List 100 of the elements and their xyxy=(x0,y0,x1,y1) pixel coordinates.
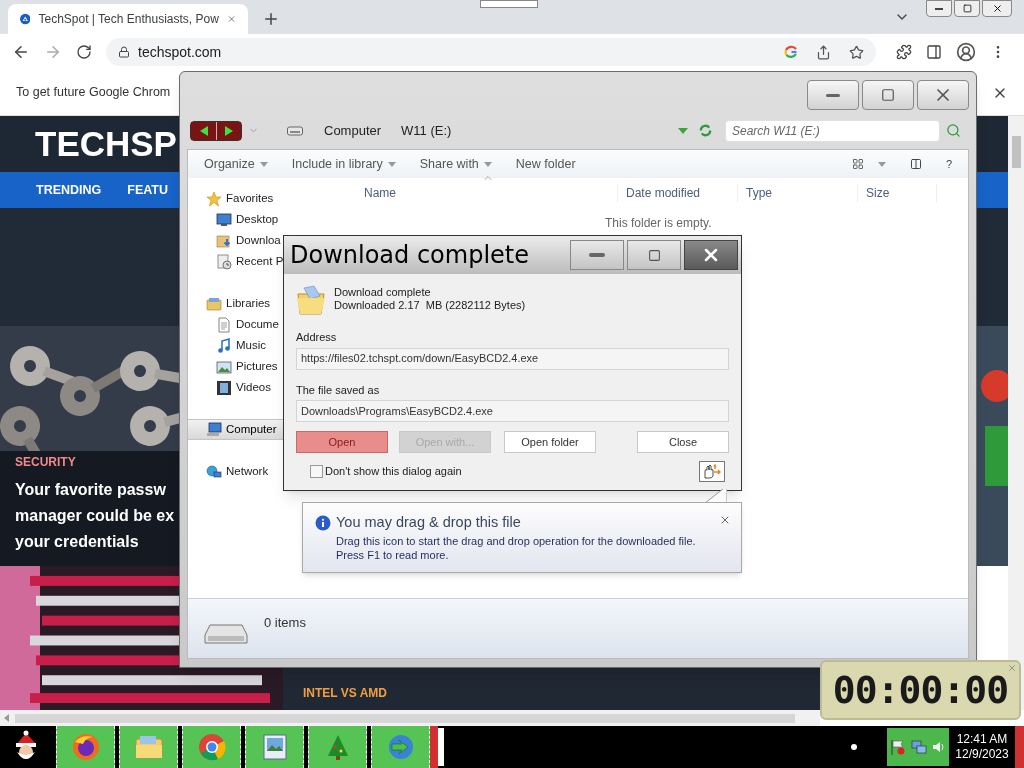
forward-button[interactable] xyxy=(216,121,241,140)
minimize-button[interactable] xyxy=(807,80,859,110)
scrollbar-thumb[interactable] xyxy=(15,713,795,723)
address-field[interactable]: https://files02.tchspt.com/down/EasyBCD2.4.exe xyxy=(296,347,729,370)
nav-item[interactable]: Music xyxy=(188,335,284,356)
article-category[interactable]: SECURITY xyxy=(15,453,76,471)
status-heading: Download complete xyxy=(334,286,432,299)
minimize-button[interactable] xyxy=(926,0,952,17)
breadcrumb-item[interactable]: Computer xyxy=(324,120,382,141)
clock-page-icon xyxy=(216,253,232,270)
column-header[interactable]: Name xyxy=(364,186,396,200)
nav-item[interactable]: Downloa xyxy=(188,230,284,251)
document-icon xyxy=(216,316,232,333)
taskbar-button[interactable] xyxy=(308,726,367,768)
toolbar-button[interactable]: New folder xyxy=(515,154,576,174)
column-header[interactable]: Type xyxy=(737,184,857,202)
site-logo[interactable]: TECHSP xyxy=(35,117,177,171)
new-tab-icon[interactable] xyxy=(262,10,280,28)
breadcrumb-item[interactable]: W11 (E:) xyxy=(401,120,452,141)
checkbox-label[interactable]: Don't show this dialog again xyxy=(325,463,462,480)
profile-icon[interactable] xyxy=(956,42,976,62)
lock-icon[interactable] xyxy=(118,46,130,58)
taskbar-button[interactable] xyxy=(245,726,304,768)
help-button[interactable]: ? xyxy=(945,155,952,173)
toolbar-button[interactable]: Share with xyxy=(419,154,492,174)
nav-item[interactable]: Videos xyxy=(188,377,284,398)
checkbox[interactable] xyxy=(310,465,323,478)
back-button[interactable] xyxy=(191,121,216,140)
clock-time[interactable]: 12:41 AM xyxy=(956,732,1008,747)
view-icon[interactable] xyxy=(851,158,864,170)
minimize-button[interactable] xyxy=(570,240,624,270)
flag-icon[interactable] xyxy=(889,739,906,755)
dialog-button[interactable]: Open xyxy=(296,431,388,453)
nav-link[interactable]: FEATU xyxy=(127,180,169,200)
top-handle xyxy=(480,0,538,8)
field-label: The file saved as xyxy=(296,382,381,398)
nav-item[interactable]: Libraries xyxy=(188,293,284,314)
reload-icon[interactable] xyxy=(76,44,92,60)
article-card[interactable]: INTEL VS AMD xyxy=(283,668,820,710)
column-header[interactable]: Date modified xyxy=(617,184,737,202)
side-panel-icon[interactable] xyxy=(926,44,942,60)
nav-item[interactable]: Desktop xyxy=(188,209,284,230)
share-icon[interactable] xyxy=(816,44,831,60)
speaker-icon[interactable] xyxy=(932,740,947,754)
vertical-scrollbar[interactable] xyxy=(1008,116,1024,710)
article-tag[interactable]: INTEL VS AMD xyxy=(303,684,387,702)
maximize-icon xyxy=(647,248,661,262)
address-dropdown-icon[interactable] xyxy=(678,127,688,134)
favicon-icon xyxy=(20,11,31,27)
view-caret-icon[interactable] xyxy=(877,161,886,167)
nav-item[interactable]: Docume xyxy=(188,314,284,335)
nav-link[interactable]: TRENDING xyxy=(36,180,102,200)
flame-globe-icon xyxy=(70,732,101,762)
maximize-button[interactable] xyxy=(862,80,914,110)
search-field[interactable]: Search W11 (E:) xyxy=(725,119,940,142)
bookmark-star-icon[interactable] xyxy=(849,44,864,60)
library-icon xyxy=(206,295,222,312)
network-icon xyxy=(206,463,222,480)
film-icon xyxy=(216,379,232,396)
restore-icon xyxy=(962,4,972,13)
nav-item[interactable]: Computer xyxy=(188,419,284,440)
g-logo-icon[interactable] xyxy=(784,45,798,59)
taskbar-button[interactable] xyxy=(182,726,241,768)
drive-icon xyxy=(204,621,248,645)
column-header[interactable]: Size xyxy=(857,184,937,202)
drag-handle[interactable] xyxy=(699,461,725,482)
infobar-text: To get future Google Chrom xyxy=(16,84,171,102)
refresh-icon[interactable] xyxy=(698,123,713,138)
nav-item[interactable]: Recent P xyxy=(188,251,284,272)
scrollbar-thumb[interactable] xyxy=(1011,136,1021,168)
preview-pane-icon[interactable] xyxy=(909,158,922,170)
minimize-icon xyxy=(935,7,943,10)
dialog-button[interactable]: Open folder xyxy=(504,431,596,453)
article-headline[interactable]: Your favorite passw manager could be ex your credentials xyxy=(15,477,175,555)
close-button[interactable] xyxy=(684,240,738,270)
network-icon[interactable] xyxy=(911,739,927,755)
clock-date[interactable]: 12/9/2023 xyxy=(955,747,1009,762)
saved-path-field[interactable]: Downloads\Programs\EasyBCD2.4.exe xyxy=(296,400,729,422)
extensions-icon[interactable] xyxy=(896,44,912,60)
nav-item[interactable]: Pictures xyxy=(188,356,284,377)
download-folder-icon xyxy=(216,232,232,249)
maximize-button[interactable] xyxy=(627,240,681,270)
back-icon[interactable] xyxy=(12,43,30,61)
dialog-button[interactable]: Close xyxy=(637,431,729,453)
browser-tab[interactable]: TechSpot | Tech Enthusiasts, Pow xyxy=(8,4,248,34)
search-icon[interactable] xyxy=(946,123,961,138)
minimize-icon xyxy=(826,93,840,97)
nav-item[interactable]: Network xyxy=(188,461,284,482)
taskbar-button[interactable] xyxy=(56,726,115,768)
toolbar-button[interactable]: Include in library xyxy=(291,154,396,174)
address-bar[interactable]: techspot.com xyxy=(106,38,876,66)
timer-display: 00:00:00 xyxy=(832,666,1009,714)
taskbar-button[interactable] xyxy=(371,726,430,768)
toolbar-button[interactable]: Organize xyxy=(204,154,268,174)
nav-item[interactable]: Favorites xyxy=(188,188,284,209)
horizontal-scrollbar[interactable] xyxy=(0,710,820,726)
drive-icon xyxy=(287,125,303,136)
tooltip-text: Press F1 to read more. xyxy=(336,547,450,562)
desktop-icon xyxy=(216,211,232,228)
forward-icon[interactable] xyxy=(44,43,62,61)
